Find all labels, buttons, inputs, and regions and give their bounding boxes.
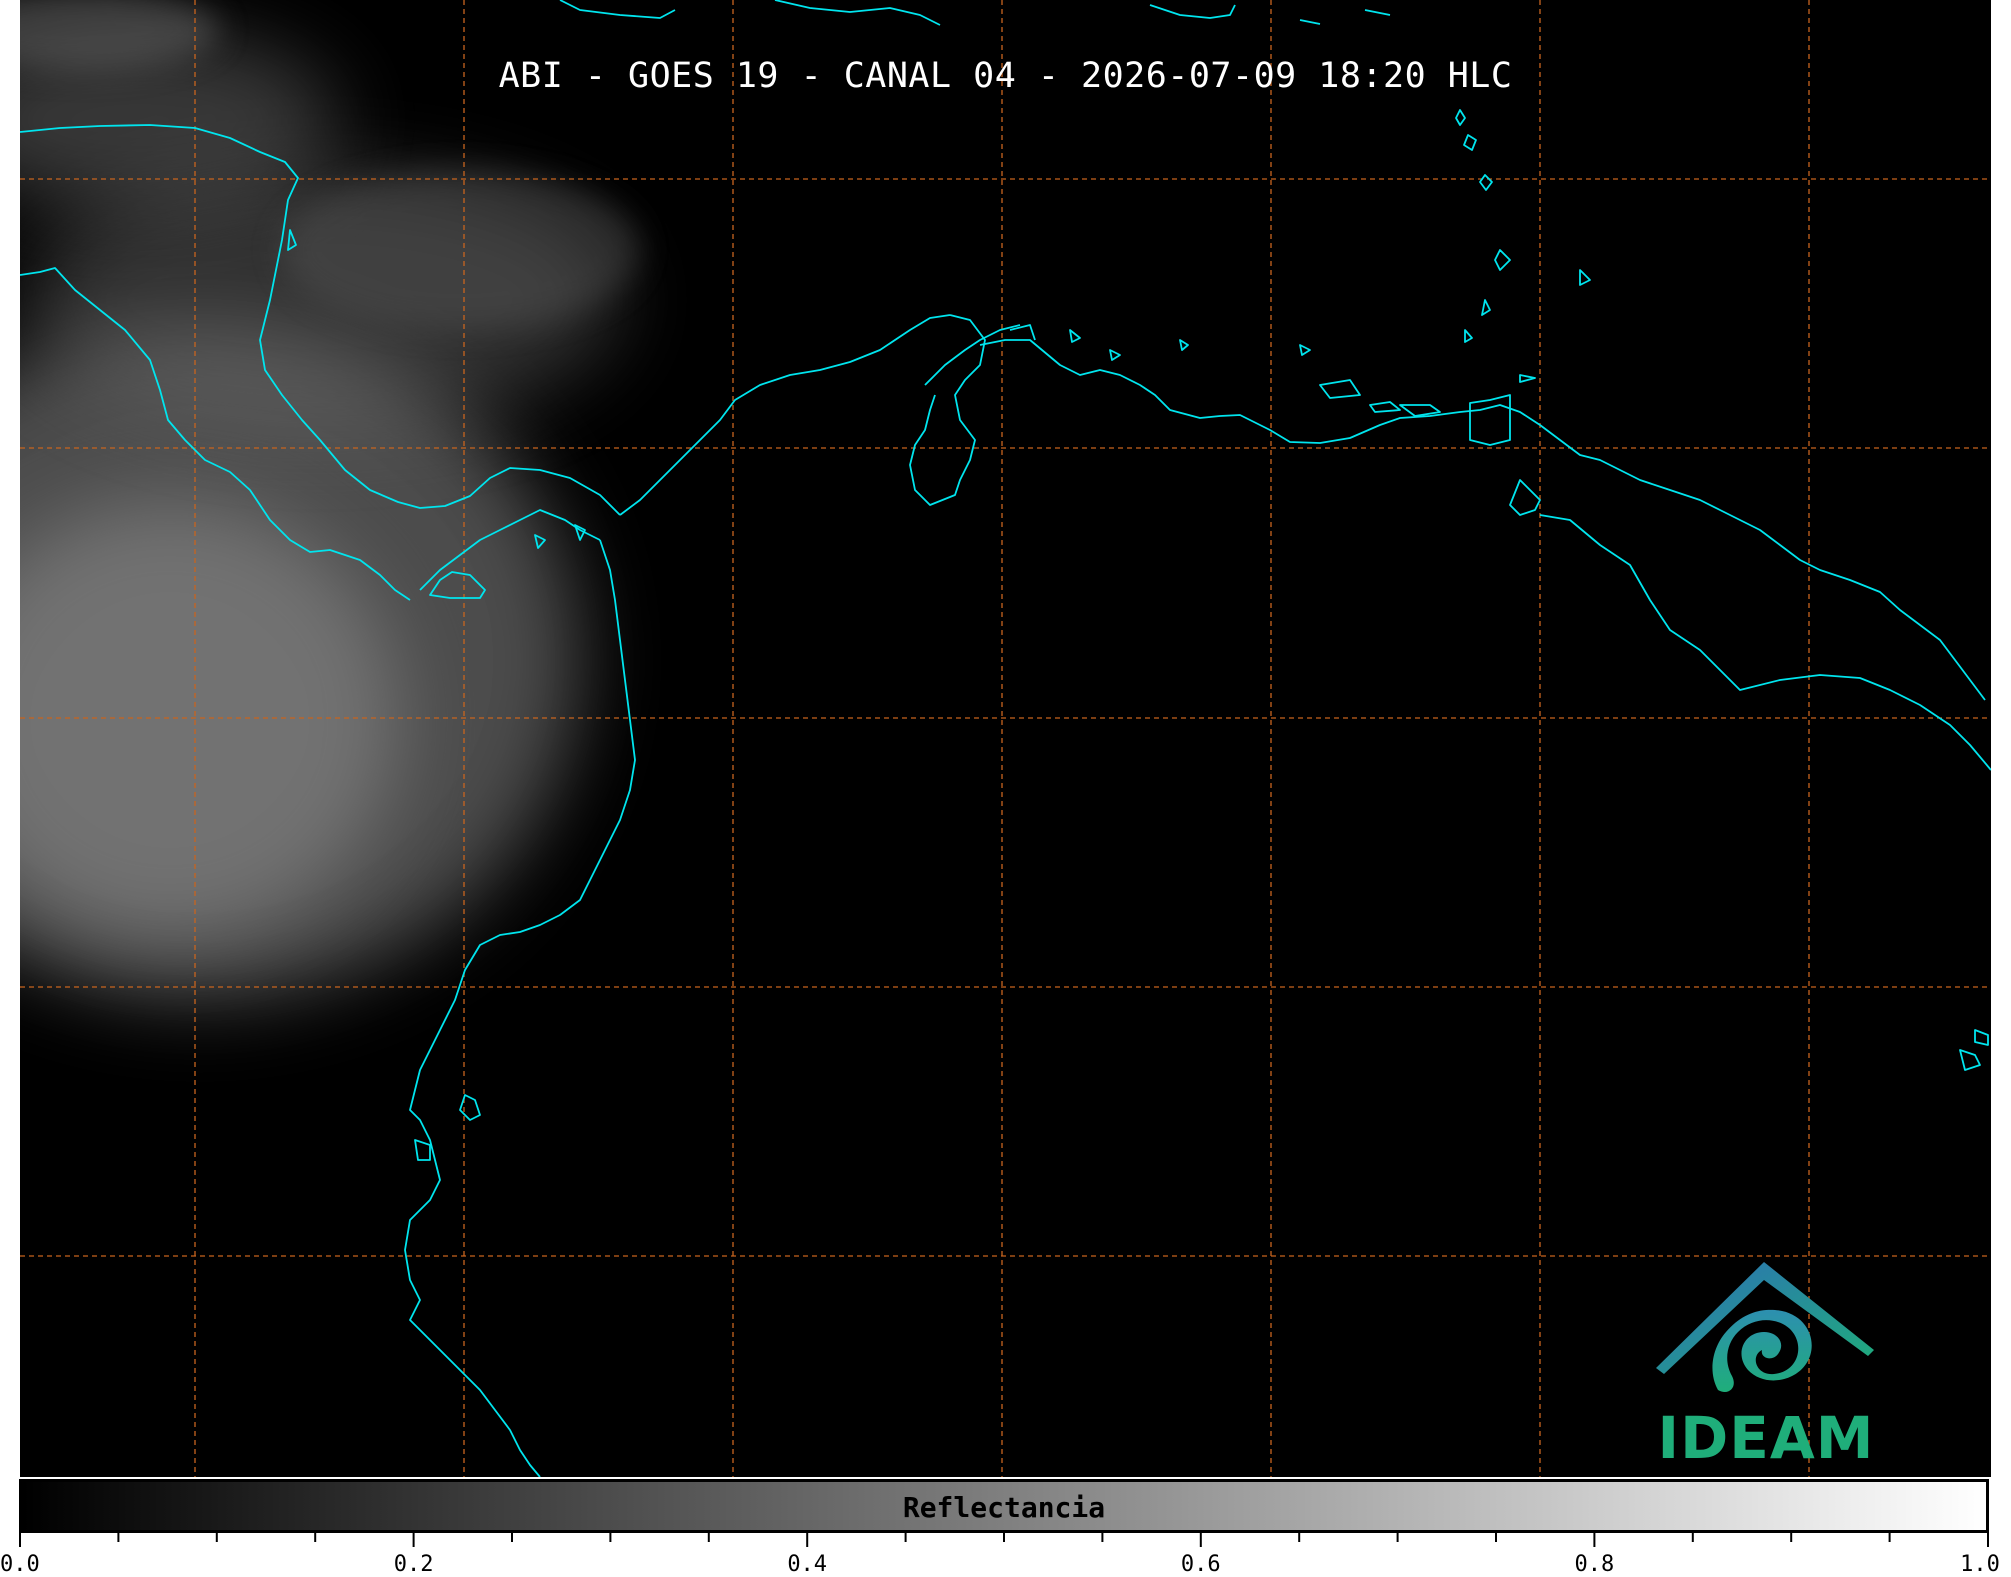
reflectance-colorbar: Reflectancia (19, 1479, 1989, 1533)
ideam-logo: IDEAM (1646, 1252, 1886, 1472)
colorbar-tick-label: 0.8 (1574, 1552, 1615, 1577)
colorbar-tick-label: 0.4 (787, 1552, 828, 1577)
colorbar-tick-label: 0.0 (0, 1552, 40, 1577)
ideam-mountain-spiral-icon (1656, 1262, 1874, 1393)
satellite-map-panel: ABI - GOES 19 - CANAL 04 - 2026-07-09 18… (20, 0, 1991, 1477)
cloud-cover (20, 0, 640, 1000)
colorbar-tick-label: 1.0 (1960, 1552, 2000, 1577)
colorbar-label: Reflectancia (902, 1491, 1106, 1524)
colorbar-tick-label: 0.2 (393, 1552, 434, 1577)
colorbar-tick-label: 0.6 (1180, 1552, 1221, 1577)
map-title: ABI - GOES 19 - CANAL 04 - 2026-07-09 18… (498, 56, 1513, 96)
colorbar-ticks (19, 1533, 1989, 1547)
ideam-logo-text: IDEAM (1657, 1404, 1875, 1472)
